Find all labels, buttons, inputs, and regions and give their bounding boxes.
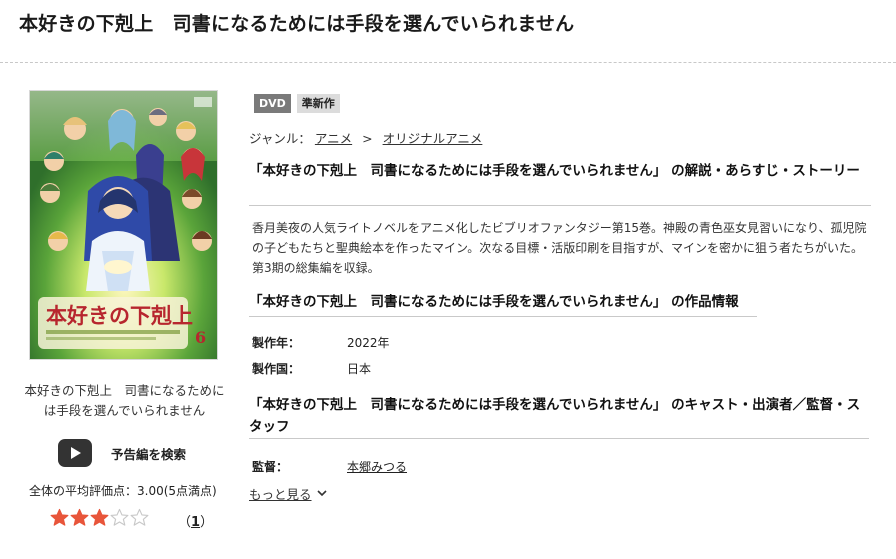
genre-link-original-anime[interactable]: オリジナルアニメ (383, 131, 483, 146)
sidebar-title: 本好きの下剋上 司書になるためには手段を選んでいられません (24, 383, 225, 418)
average-rating: 全体の平均評価点：3.00(5点満点) (29, 484, 217, 498)
trailer-search-button[interactable]: 予告編を検索 (58, 438, 186, 468)
star-filled-icon (90, 508, 109, 526)
star-empty-icon (110, 508, 129, 526)
cast-divider (249, 438, 869, 439)
chevron-down-icon (316, 490, 327, 497)
cover-image[interactable]: 本好きの下剋上 6 (29, 90, 218, 360)
title-divider (0, 62, 896, 63)
synopsis-divider (249, 205, 871, 206)
show-more-label: もっと見る (249, 487, 312, 502)
badge-semi-new: 準新作 (296, 94, 340, 113)
cast-heading: 「本好きの下剋上 司書になるためには手段を選んでいられません」 のキャスト・出演… (249, 397, 861, 435)
play-icon (58, 439, 92, 467)
trailer-label: 予告編を検索 (111, 446, 187, 462)
review-count-close: ） (200, 515, 214, 530)
cover-volume: 6 (195, 328, 206, 347)
rating-stars (50, 508, 149, 527)
genre-separator: > (362, 131, 373, 146)
info-divider (249, 316, 757, 317)
cast-value-director[interactable]: 本郷みつる (347, 458, 407, 475)
cast-label-director: 監督： (252, 460, 289, 474)
review-count-open: （ (178, 515, 192, 530)
info-label-country: 製作国： (252, 362, 301, 376)
info-heading: 「本好きの下剋上 司書になるためには手段を選んでいられません」 の作品情報 (249, 294, 739, 310)
star-filled-icon (70, 508, 89, 526)
review-count: （1） (178, 511, 213, 530)
page-title: 本好きの下剋上 司書になるためには手段を選んでいられません (19, 13, 575, 35)
cover-title-text: 本好きの下剋上 (46, 303, 193, 328)
genre-label: ジャンル： (249, 131, 311, 146)
synopsis-heading: 「本好きの下剋上 司書になるためには手段を選んでいられません」 の解説・あらすじ… (249, 163, 860, 179)
star-empty-icon (130, 508, 149, 526)
star-filled-icon (50, 508, 69, 526)
badge-dvd: DVD (254, 94, 291, 113)
synopsis-text: 香月美夜の人気ライトノベルをアニメ化したビブリオファンタジー第15巻。神殿の青色… (252, 221, 867, 275)
badge-group: DVD 準新作 (254, 94, 340, 113)
review-count-link[interactable]: 1 (191, 515, 200, 530)
info-value-country: 日本 (347, 362, 372, 376)
info-label-year: 製作年： (252, 336, 301, 350)
cover-illustration: 本好きの下剋上 6 (30, 91, 217, 359)
genre-link-anime[interactable]: アニメ (315, 131, 352, 146)
genre-breadcrumb: ジャンル： アニメ > オリジナルアニメ (249, 128, 482, 147)
show-more-link[interactable]: もっと見る (249, 484, 327, 503)
info-value-year: 2022年 (347, 336, 390, 350)
